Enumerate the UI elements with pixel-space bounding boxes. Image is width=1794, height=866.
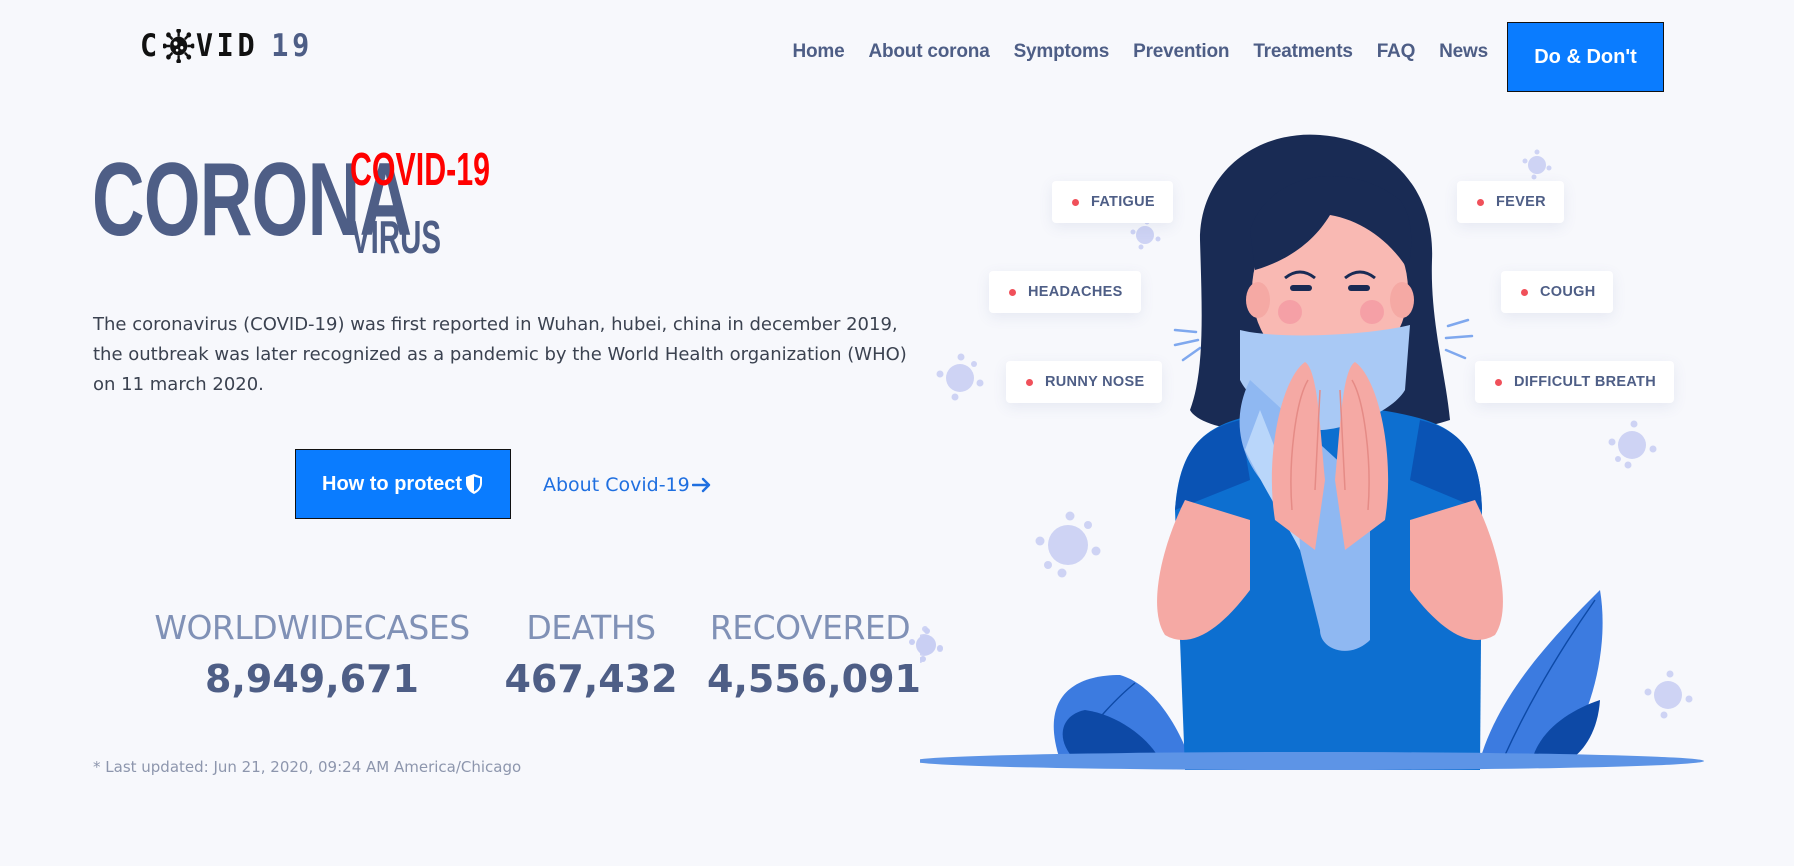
stat-label: RECOVERED xyxy=(709,608,911,647)
virus-decoration xyxy=(1608,420,1657,469)
logo-number: 19 xyxy=(271,28,313,64)
nav-symptoms[interactable]: Symptoms xyxy=(1014,41,1110,63)
stat-value: 4,556,091 xyxy=(707,657,921,701)
stat-value: 467,432 xyxy=(504,657,678,701)
nav-prevention[interactable]: Prevention xyxy=(1133,41,1229,63)
hero-illustration: FATIGUE FEVER HEADACHES COUGH RUNNY NOSE… xyxy=(920,130,1720,770)
main-nav: Home About corona Symptoms Prevention Tr… xyxy=(792,34,1488,70)
symptom-label: COUGH xyxy=(1540,284,1596,300)
about-covid-link[interactable]: About Covid-19 xyxy=(543,470,712,500)
do-and-dont-button[interactable]: Do & Don't xyxy=(1507,22,1664,92)
about-covid-label: About Covid-19 xyxy=(543,474,690,496)
nav-treatments[interactable]: Treatments xyxy=(1253,41,1353,63)
woman-sneezing-illustration xyxy=(920,134,1704,770)
how-to-protect-button[interactable]: How to protect xyxy=(295,449,511,519)
last-updated-note: * Last updated: Jun 21, 2020, 09:24 AM A… xyxy=(93,758,522,776)
symptom-label: FATIGUE xyxy=(1091,194,1155,210)
nav-home[interactable]: Home xyxy=(792,41,844,63)
symptom-label: DIFFICULT BREATH xyxy=(1514,374,1656,390)
hero-title-covid: COVID-19 xyxy=(350,143,491,195)
logo-letters-vid: VID xyxy=(195,28,259,64)
symptom-dot xyxy=(1026,378,1033,386)
symptom-dot xyxy=(1477,198,1484,206)
hero-description: The coronavirus (COVID-19) was first rep… xyxy=(93,314,907,395)
virus-decoration-icon xyxy=(909,628,943,662)
arrow-right-icon xyxy=(691,477,710,493)
symptom-dot xyxy=(1009,288,1016,296)
how-to-protect-label: How to protect xyxy=(322,472,462,495)
stat-recovered: RECOVERED 4,556,091 xyxy=(707,608,921,701)
shield-icon xyxy=(466,474,482,494)
virus-icon xyxy=(162,29,194,63)
symptom-label: HEADACHES xyxy=(1028,284,1123,300)
virus-decoration xyxy=(1130,219,1161,250)
symptom-label: RUNNY NOSE xyxy=(1045,374,1145,390)
stat-worldwide-cases: WORLDWIDECASES 8,949,671 xyxy=(152,608,472,701)
stat-label: WORLDWIDECASES xyxy=(154,608,470,647)
symptom-chip-fever: FEVER xyxy=(1457,181,1564,223)
symptom-chip-difficult-breath: DIFFICULT BREATH xyxy=(1475,361,1674,403)
stat-label: DEATHS xyxy=(526,608,656,647)
stat-value: 8,949,671 xyxy=(205,657,419,701)
nav-faq[interactable]: FAQ xyxy=(1377,41,1416,63)
virus-decoration xyxy=(1522,149,1552,180)
site-logo[interactable]: C VID 19 xyxy=(140,24,313,68)
symptom-dot xyxy=(1521,288,1528,296)
virus-decoration xyxy=(936,353,984,401)
hero-title-virus: VIRUS xyxy=(351,211,441,263)
logo-letter-c: C xyxy=(140,28,161,64)
nav-about-corona[interactable]: About corona xyxy=(868,41,989,63)
virus-decoration xyxy=(1644,670,1693,719)
nav-news[interactable]: News xyxy=(1439,41,1488,63)
stat-deaths: DEATHS 467,432 xyxy=(500,608,682,701)
symptom-chip-cough: COUGH xyxy=(1501,271,1614,313)
symptom-dot xyxy=(1072,198,1079,206)
symptom-chip-fatigue: FATIGUE xyxy=(1052,181,1173,223)
virus-decoration xyxy=(1035,511,1101,578)
symptom-chip-runny-nose: RUNNY NOSE xyxy=(1006,361,1163,403)
symptom-chip-headaches: HEADACHES xyxy=(989,271,1141,313)
symptom-dot xyxy=(1495,378,1502,386)
symptom-label: FEVER xyxy=(1496,194,1546,210)
